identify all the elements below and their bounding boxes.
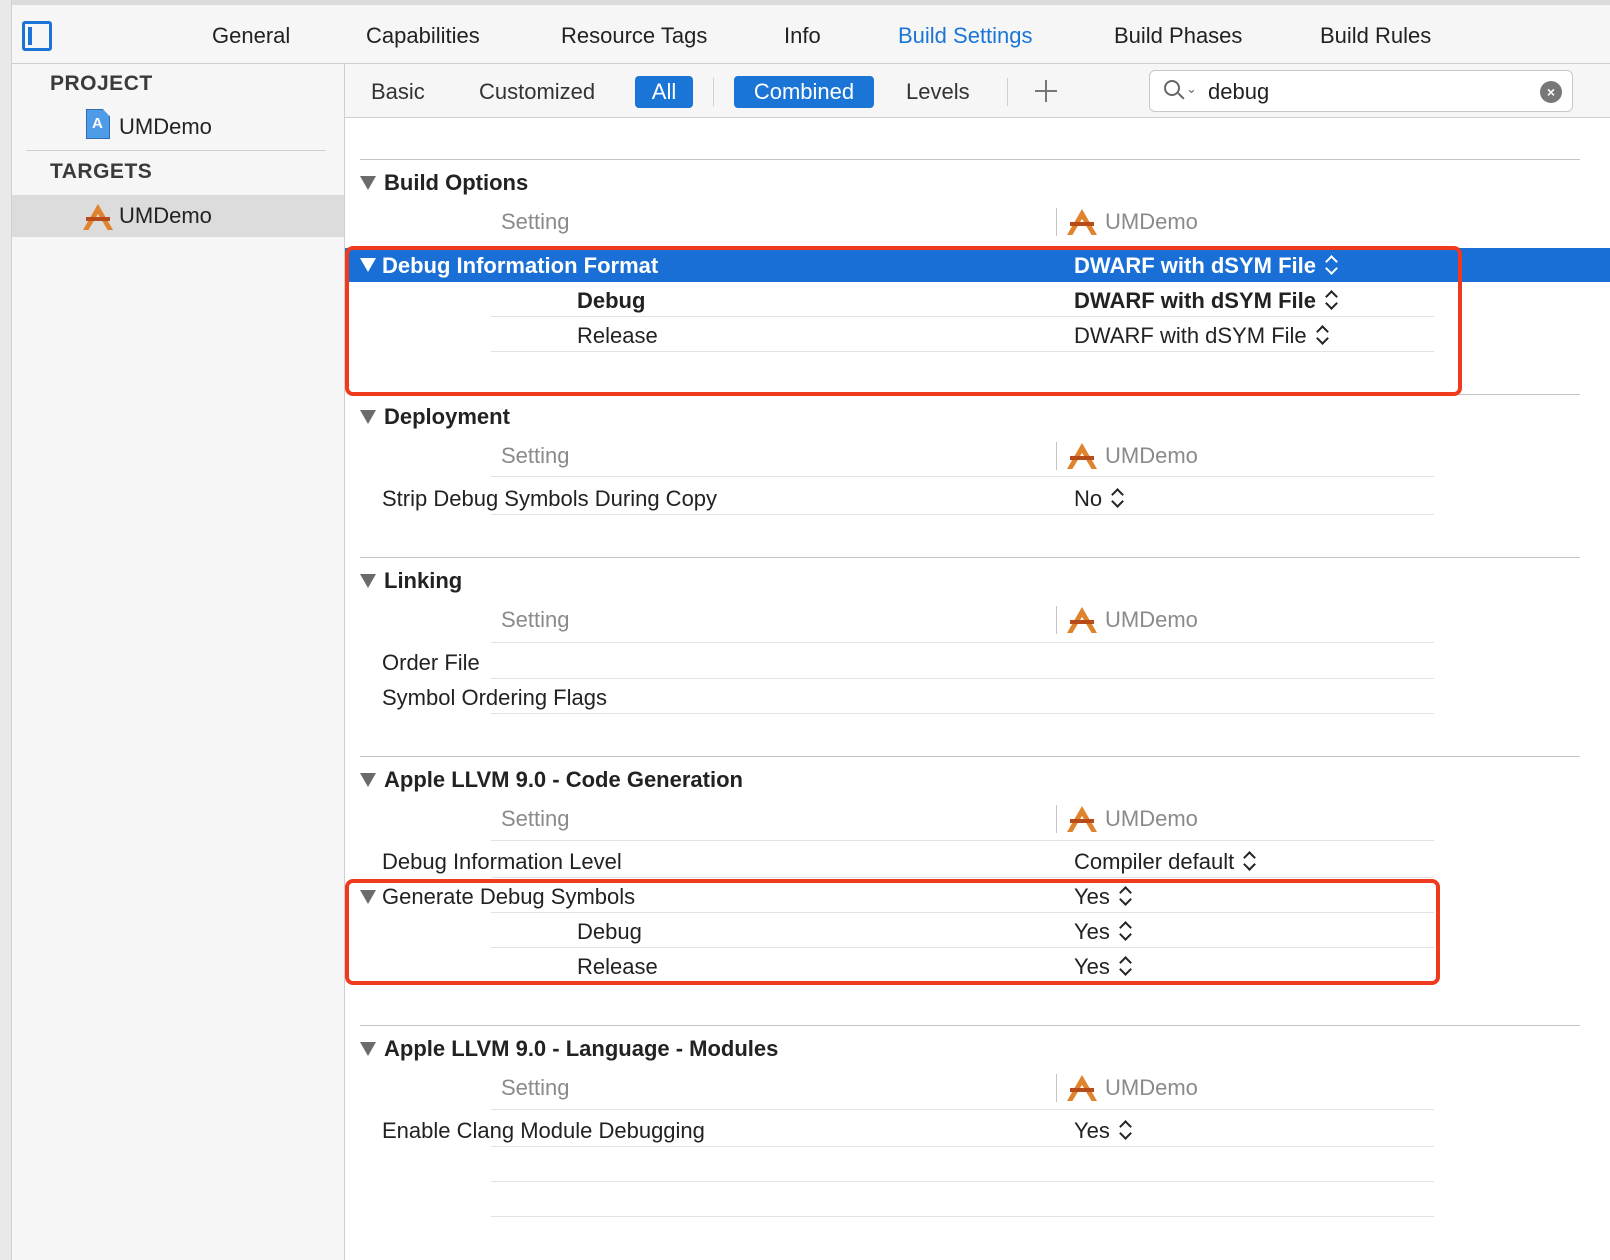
section-title-linking[interactable]: Linking — [384, 568, 462, 594]
annotation-highlight-box — [345, 879, 1440, 985]
row-divider — [491, 642, 1434, 643]
row-divider — [491, 678, 1434, 679]
section-divider — [360, 159, 1580, 160]
column-header-target: UMDemo — [1105, 607, 1198, 632]
build-settings-list: Build Options Setting UMDemo Debug Infor… — [345, 118, 1610, 1260]
column-separator — [1056, 442, 1057, 470]
setting-name-debug-info-level[interactable]: Debug Information Level — [382, 849, 622, 875]
section-divider — [360, 1025, 1580, 1026]
disclosure-triangle-icon[interactable] — [360, 410, 376, 424]
column-separator — [1056, 606, 1057, 634]
column-header-target: UMDemo — [1105, 209, 1198, 234]
filter-customized[interactable]: Customized — [479, 76, 595, 108]
column-header-target: UMDemo — [1105, 443, 1198, 468]
editor-tab-bar: General Capabilities Resource Tags Info … — [0, 0, 1610, 64]
section-title-code-generation[interactable]: Apple LLVM 9.0 - Code Generation — [384, 767, 743, 793]
tab-build-settings[interactable]: Build Settings — [898, 23, 1033, 49]
popup-arrows-icon — [1118, 1120, 1132, 1140]
setting-name-strip-debug[interactable]: Strip Debug Symbols During Copy — [382, 486, 717, 512]
app-target-icon — [1066, 206, 1098, 236]
row-divider — [491, 877, 1434, 878]
tab-info[interactable]: Info — [784, 23, 821, 49]
section-divider — [360, 557, 1580, 558]
nav-item-label: UMDemo — [119, 114, 212, 139]
window-left-edge — [0, 0, 12, 1260]
section-title-language-modules[interactable]: Apple LLVM 9.0 - Language - Modules — [384, 1036, 778, 1062]
tab-capabilities[interactable]: Capabilities — [366, 23, 480, 49]
search-field[interactable]: ⌄ debug × — [1149, 70, 1573, 112]
setting-value-clang-module-debugging[interactable]: Yes — [1074, 1118, 1132, 1144]
search-icon — [1164, 80, 1186, 102]
nav-item-project[interactable]: UMDemo — [12, 106, 344, 148]
tab-general[interactable]: General — [212, 23, 290, 49]
row-divider — [491, 713, 1434, 714]
row-divider — [491, 476, 1434, 477]
column-header-setting: Setting — [501, 806, 570, 831]
column-header-setting: Setting — [501, 443, 570, 468]
app-target-icon — [1066, 440, 1098, 470]
row-divider — [491, 1181, 1434, 1182]
popup-arrows-icon — [1110, 488, 1124, 508]
row-divider — [491, 840, 1434, 841]
section-title-build-options[interactable]: Build Options — [384, 170, 528, 196]
project-navigator: PROJECT UMDemo TARGETS UMDemo — [12, 64, 345, 1260]
nav-item-label: UMDemo — [119, 203, 212, 228]
column-header-target: UMDemo — [1105, 1075, 1198, 1100]
build-settings-filter-bar: Basic Customized All Combined Levels ⌄ d… — [345, 64, 1610, 118]
disclosure-triangle-icon[interactable] — [360, 1042, 376, 1056]
project-file-icon — [86, 109, 110, 139]
app-target-icon — [1066, 803, 1098, 833]
filter-all[interactable]: All — [635, 76, 693, 108]
add-setting-button[interactable] — [1033, 76, 1059, 106]
filter-separator — [713, 78, 714, 106]
column-header-setting: Setting — [501, 209, 570, 234]
popup-arrows-icon — [1242, 851, 1256, 871]
filter-combined[interactable]: Combined — [734, 76, 874, 108]
clear-search-icon[interactable]: × — [1540, 81, 1562, 103]
filter-basic[interactable]: Basic — [371, 76, 425, 108]
column-header-setting: Setting — [501, 1075, 570, 1100]
tab-build-phases[interactable]: Build Phases — [1114, 23, 1242, 49]
row-divider — [491, 1146, 1434, 1147]
setting-name-symbol-ordering[interactable]: Symbol Ordering Flags — [382, 685, 607, 711]
app-target-icon — [82, 201, 114, 231]
tab-resource-tags[interactable]: Resource Tags — [561, 23, 707, 49]
setting-name-clang-module-debugging[interactable]: Enable Clang Module Debugging — [382, 1118, 705, 1144]
disclosure-triangle-icon[interactable] — [360, 574, 376, 588]
app-target-icon — [1066, 1072, 1098, 1102]
filter-levels[interactable]: Levels — [906, 76, 970, 108]
column-separator — [1056, 805, 1057, 833]
tab-build-rules[interactable]: Build Rules — [1320, 23, 1431, 49]
column-header-target: UMDemo — [1105, 806, 1198, 831]
section-divider — [360, 756, 1580, 757]
row-divider — [491, 1109, 1434, 1110]
sidebar-toggle-icon[interactable] — [22, 21, 52, 51]
setting-value-debug-info-level[interactable]: Compiler default — [1074, 849, 1256, 875]
search-input[interactable]: debug — [1208, 79, 1269, 105]
row-divider — [491, 1216, 1434, 1217]
nav-item-target[interactable]: UMDemo — [12, 195, 344, 237]
setting-value-strip-debug[interactable]: No — [1074, 486, 1124, 512]
nav-divider — [26, 150, 326, 151]
section-title-deployment[interactable]: Deployment — [384, 404, 510, 430]
column-header-setting: Setting — [501, 607, 570, 632]
annotation-highlight-box — [345, 246, 1462, 396]
column-separator — [1056, 1074, 1057, 1102]
disclosure-triangle-icon[interactable] — [360, 773, 376, 787]
project-header: PROJECT — [50, 72, 153, 95]
chevron-down-icon[interactable]: ⌄ — [1186, 81, 1197, 97]
column-separator — [1056, 208, 1057, 236]
disclosure-triangle-icon[interactable] — [360, 176, 376, 190]
app-target-icon — [1066, 604, 1098, 634]
targets-header: TARGETS — [50, 160, 153, 183]
row-divider — [491, 514, 1434, 515]
filter-separator — [1007, 78, 1008, 106]
setting-name-order-file[interactable]: Order File — [382, 650, 480, 676]
